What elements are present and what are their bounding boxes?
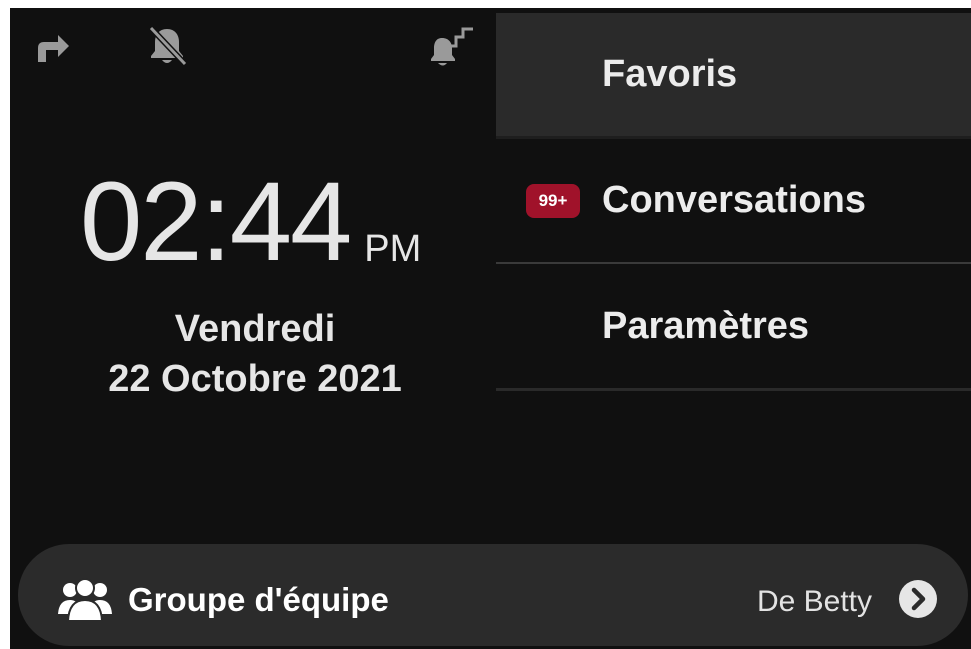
bell-muted-icon [145,24,189,68]
bell-step-icon [429,24,475,68]
team-group-from: De Betty [756,585,872,618]
menu-item-label: Favoris [602,53,738,95]
clock-ampm: PM [364,228,422,270]
date-full: 22 Octobre 2021 [108,358,402,400]
team-group-bar[interactable]: Groupe d'équipe De Betty [18,544,968,646]
date-day: Vendredi [174,308,336,350]
menu-item-conversations[interactable]: 99+ Conversations [496,139,971,264]
team-group-label: Groupe d'équipe [128,581,389,618]
call-forward-icon [32,30,72,66]
team-group-icon [56,576,114,622]
chevron-right-icon[interactable] [899,580,937,618]
menu-item-label: Paramètres [602,304,810,347]
main-menu: Favoris 99+ Conversations Paramètres [496,13,971,391]
unread-badge: 99+ [526,183,580,218]
clock: 02:44 PM [80,158,421,278]
menu-item-favoris[interactable]: Favoris [496,13,971,139]
menu-item-parametres[interactable]: Paramètres [496,264,971,391]
clock-time: 02:44 [80,159,352,284]
menu-item-label: Conversations [602,179,866,221]
phone-screen: 02:44 PM Vendredi 22 Octobre 2021 Favori… [10,8,971,649]
